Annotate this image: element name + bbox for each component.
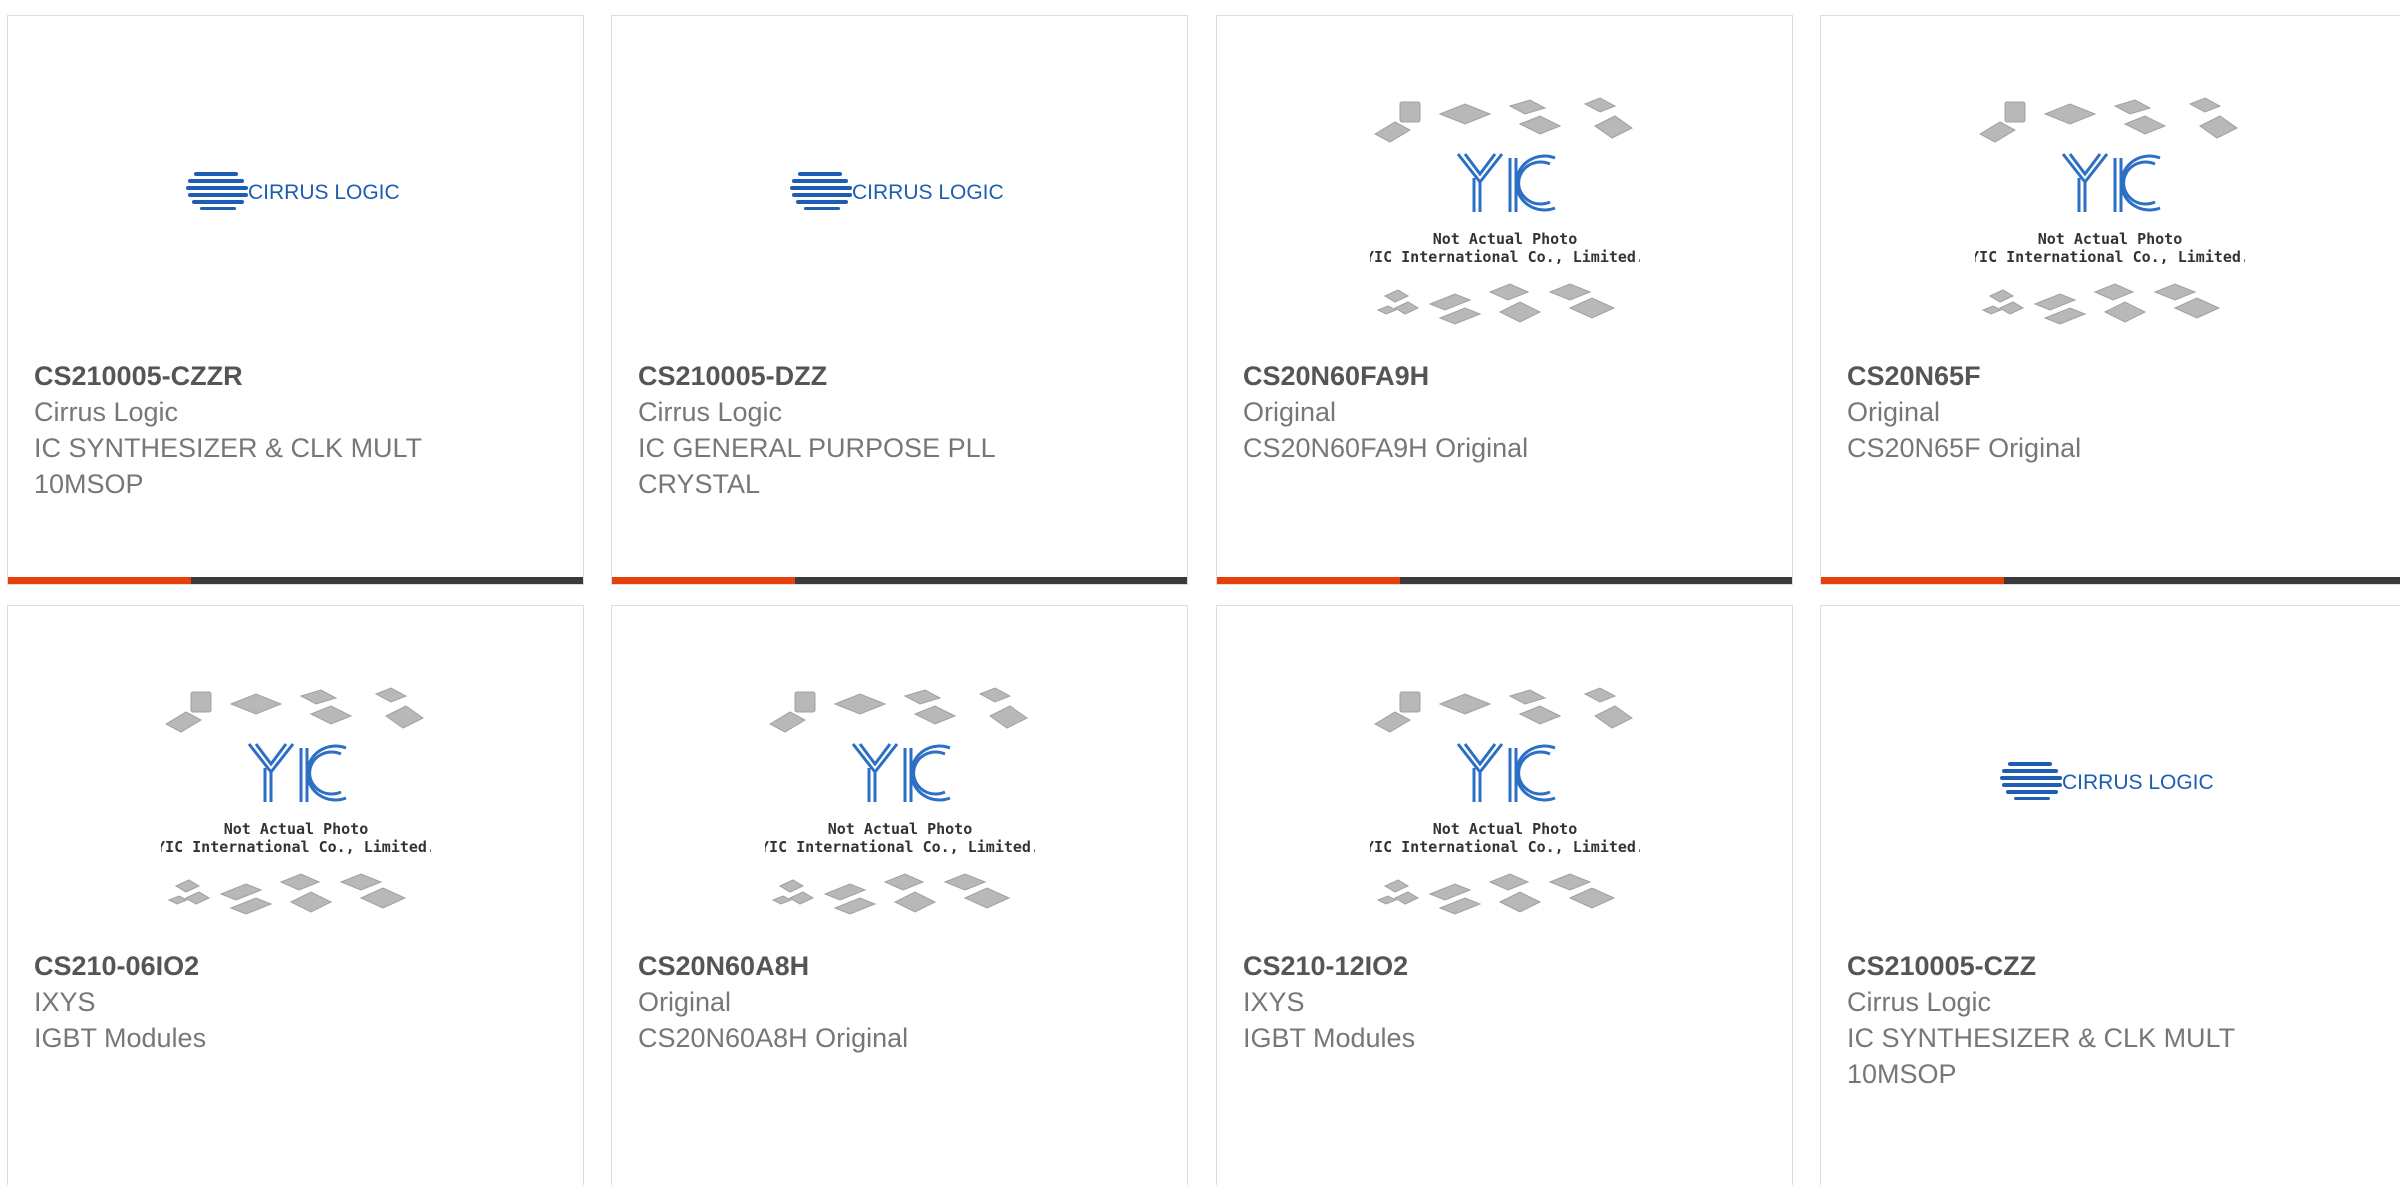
product-card[interactable]: CIRRUS LOGIC CS210005-CZZ Cirrus Logic I…: [1820, 605, 2400, 1185]
description: CS20N60FA9H Original: [1243, 433, 1529, 463]
accent-strip: [8, 577, 191, 584]
manufacturer: Original: [1243, 397, 1337, 427]
cirrus-logic-logo: CIRRUS LOGIC: [789, 172, 1004, 210]
card-bottom-bar: [1821, 577, 2400, 584]
placeholder-line2: YIC International Co., Limited.: [161, 838, 431, 856]
product-card[interactable]: Not Actual Photo YIC International Co., …: [7, 605, 584, 1185]
product-card[interactable]: Not Actual Photo YIC International Co., …: [611, 605, 1188, 1185]
placeholder-line1: Not Actual Photo: [827, 820, 972, 838]
placeholder-line2: YIC International Co., Limited.: [1370, 838, 1640, 856]
yic-logo: [2061, 153, 2161, 212]
chip-icons-bottom: [771, 873, 1010, 915]
product-info: CS210005-DZZ Cirrus Logic IC GENERAL PUR…: [638, 358, 1167, 502]
not-actual-photo-image: Not Actual Photo YIC International Co., …: [1370, 97, 1640, 325]
description: IC GENERAL PURPOSE PLL CRYSTAL: [638, 433, 995, 499]
yic-logo: [247, 743, 347, 802]
product-info: CS20N60A8H Original CS20N60A8H Original: [638, 948, 1167, 1056]
accent-strip: [612, 577, 795, 584]
product-info: CS210005-CZZ Cirrus Logic IC SYNTHESIZER…: [1847, 948, 2390, 1092]
product-card[interactable]: Not Actual Photo YIC International Co., …: [1820, 15, 2400, 585]
manufacturer: Original: [1847, 397, 1941, 427]
chip-icons-top: [1373, 97, 1633, 143]
manufacturer: Original: [638, 987, 732, 1017]
cirrus-logic-logo: CIRRUS LOGIC: [1999, 762, 2214, 800]
product-info: CS210-12IO2 IXYS IGBT Modules: [1243, 948, 1772, 1056]
logo-text: CIRRUS LOGIC: [852, 181, 1004, 204]
placeholder-line2: YIC International Co., Limited.: [765, 838, 1035, 856]
part-number[interactable]: CS210005-CZZR: [34, 358, 563, 394]
part-number[interactable]: CS210005-DZZ: [638, 358, 1167, 394]
product-card[interactable]: Not Actual Photo YIC International Co., …: [1216, 15, 1793, 585]
product-image[interactable]: Not Actual Photo YIC International Co., …: [8, 686, 583, 946]
not-actual-photo-image: Not Actual Photo YIC International Co., …: [1975, 97, 2245, 325]
product-info: CS210-06IO2 IXYS IGBT Modules: [34, 948, 563, 1056]
yic-logo: [851, 743, 951, 802]
part-number[interactable]: CS210-12IO2: [1243, 948, 1772, 984]
chip-icons-top: [768, 687, 1028, 733]
manufacturer: IXYS: [1243, 987, 1305, 1017]
part-number[interactable]: CS210-06IO2: [34, 948, 563, 984]
product-image[interactable]: Not Actual Photo YIC International Co., …: [612, 686, 1187, 946]
yic-logo: [1456, 743, 1556, 802]
product-card[interactable]: CIRRUS LOGIC CS210005-DZZ Cirrus Logic I…: [611, 15, 1188, 585]
placeholder-line2: YIC International Co., Limited.: [1370, 248, 1640, 266]
manufacturer: Cirrus Logic: [1847, 987, 1992, 1017]
logo-text: CIRRUS LOGIC: [2062, 771, 2214, 794]
description: IC SYNTHESIZER & CLK MULT 10MSOP: [34, 433, 422, 499]
product-info: CS20N60FA9H Original CS20N60FA9H Origina…: [1243, 358, 1772, 466]
manufacturer: Cirrus Logic: [34, 397, 179, 427]
product-image[interactable]: Not Actual Photo YIC International Co., …: [1821, 96, 2398, 356]
placeholder-line1: Not Actual Photo: [1432, 230, 1577, 248]
not-actual-photo-image: Not Actual Photo YIC International Co., …: [765, 687, 1035, 915]
card-bottom-bar: [612, 577, 1187, 584]
not-actual-photo-image: Not Actual Photo YIC International Co., …: [1370, 687, 1640, 915]
chip-icons-bottom: [167, 873, 406, 915]
description: IC SYNTHESIZER & CLK MULT 10MSOP: [1847, 1023, 2235, 1089]
product-card[interactable]: CIRRUS LOGIC CS210005-CZZR Cirrus Logic …: [7, 15, 584, 585]
description: CS20N65F Original: [1847, 433, 2082, 463]
placeholder-line1: Not Actual Photo: [2037, 230, 2182, 248]
placeholder-line1: Not Actual Photo: [1432, 820, 1577, 838]
chip-icons-top: [1373, 687, 1633, 733]
accent-strip: [1217, 577, 1400, 584]
cirrus-logic-logo: CIRRUS LOGIC: [185, 172, 400, 210]
card-bottom-bar: [1217, 577, 1792, 584]
card-bottom-bar: [8, 577, 583, 584]
chip-icons-top: [1978, 97, 2238, 143]
product-grid: CIRRUS LOGIC CS210005-CZZR Cirrus Logic …: [0, 0, 2400, 1185]
product-info: CS210005-CZZR Cirrus Logic IC SYNTHESIZE…: [34, 358, 563, 502]
description: IGBT Modules: [34, 1023, 207, 1053]
logo-text: CIRRUS LOGIC: [248, 181, 400, 204]
description: CS20N60A8H Original: [638, 1023, 909, 1053]
accent-strip: [1821, 577, 2004, 584]
part-number[interactable]: CS20N60A8H: [638, 948, 1167, 984]
placeholder-line1: Not Actual Photo: [223, 820, 368, 838]
product-info: CS20N65F Original CS20N65F Original: [1847, 358, 2390, 466]
description: IGBT Modules: [1243, 1023, 1416, 1053]
chip-icons-top: [164, 687, 424, 733]
chip-icons-bottom: [1981, 283, 2220, 325]
chip-icons-bottom: [1376, 873, 1615, 915]
part-number[interactable]: CS20N65F: [1847, 358, 2390, 394]
product-image[interactable]: Not Actual Photo YIC International Co., …: [1217, 96, 1792, 356]
part-number[interactable]: CS20N60FA9H: [1243, 358, 1772, 394]
product-image[interactable]: Not Actual Photo YIC International Co., …: [1217, 686, 1792, 946]
product-card[interactable]: Not Actual Photo YIC International Co., …: [1216, 605, 1793, 1185]
not-actual-photo-image: Not Actual Photo YIC International Co., …: [161, 687, 431, 915]
placeholder-line2: YIC International Co., Limited.: [1975, 248, 2245, 266]
yic-logo: [1456, 153, 1556, 212]
part-number[interactable]: CS210005-CZZ: [1847, 948, 2390, 984]
chip-icons-bottom: [1376, 283, 1615, 325]
manufacturer: Cirrus Logic: [638, 397, 783, 427]
manufacturer: IXYS: [34, 987, 96, 1017]
